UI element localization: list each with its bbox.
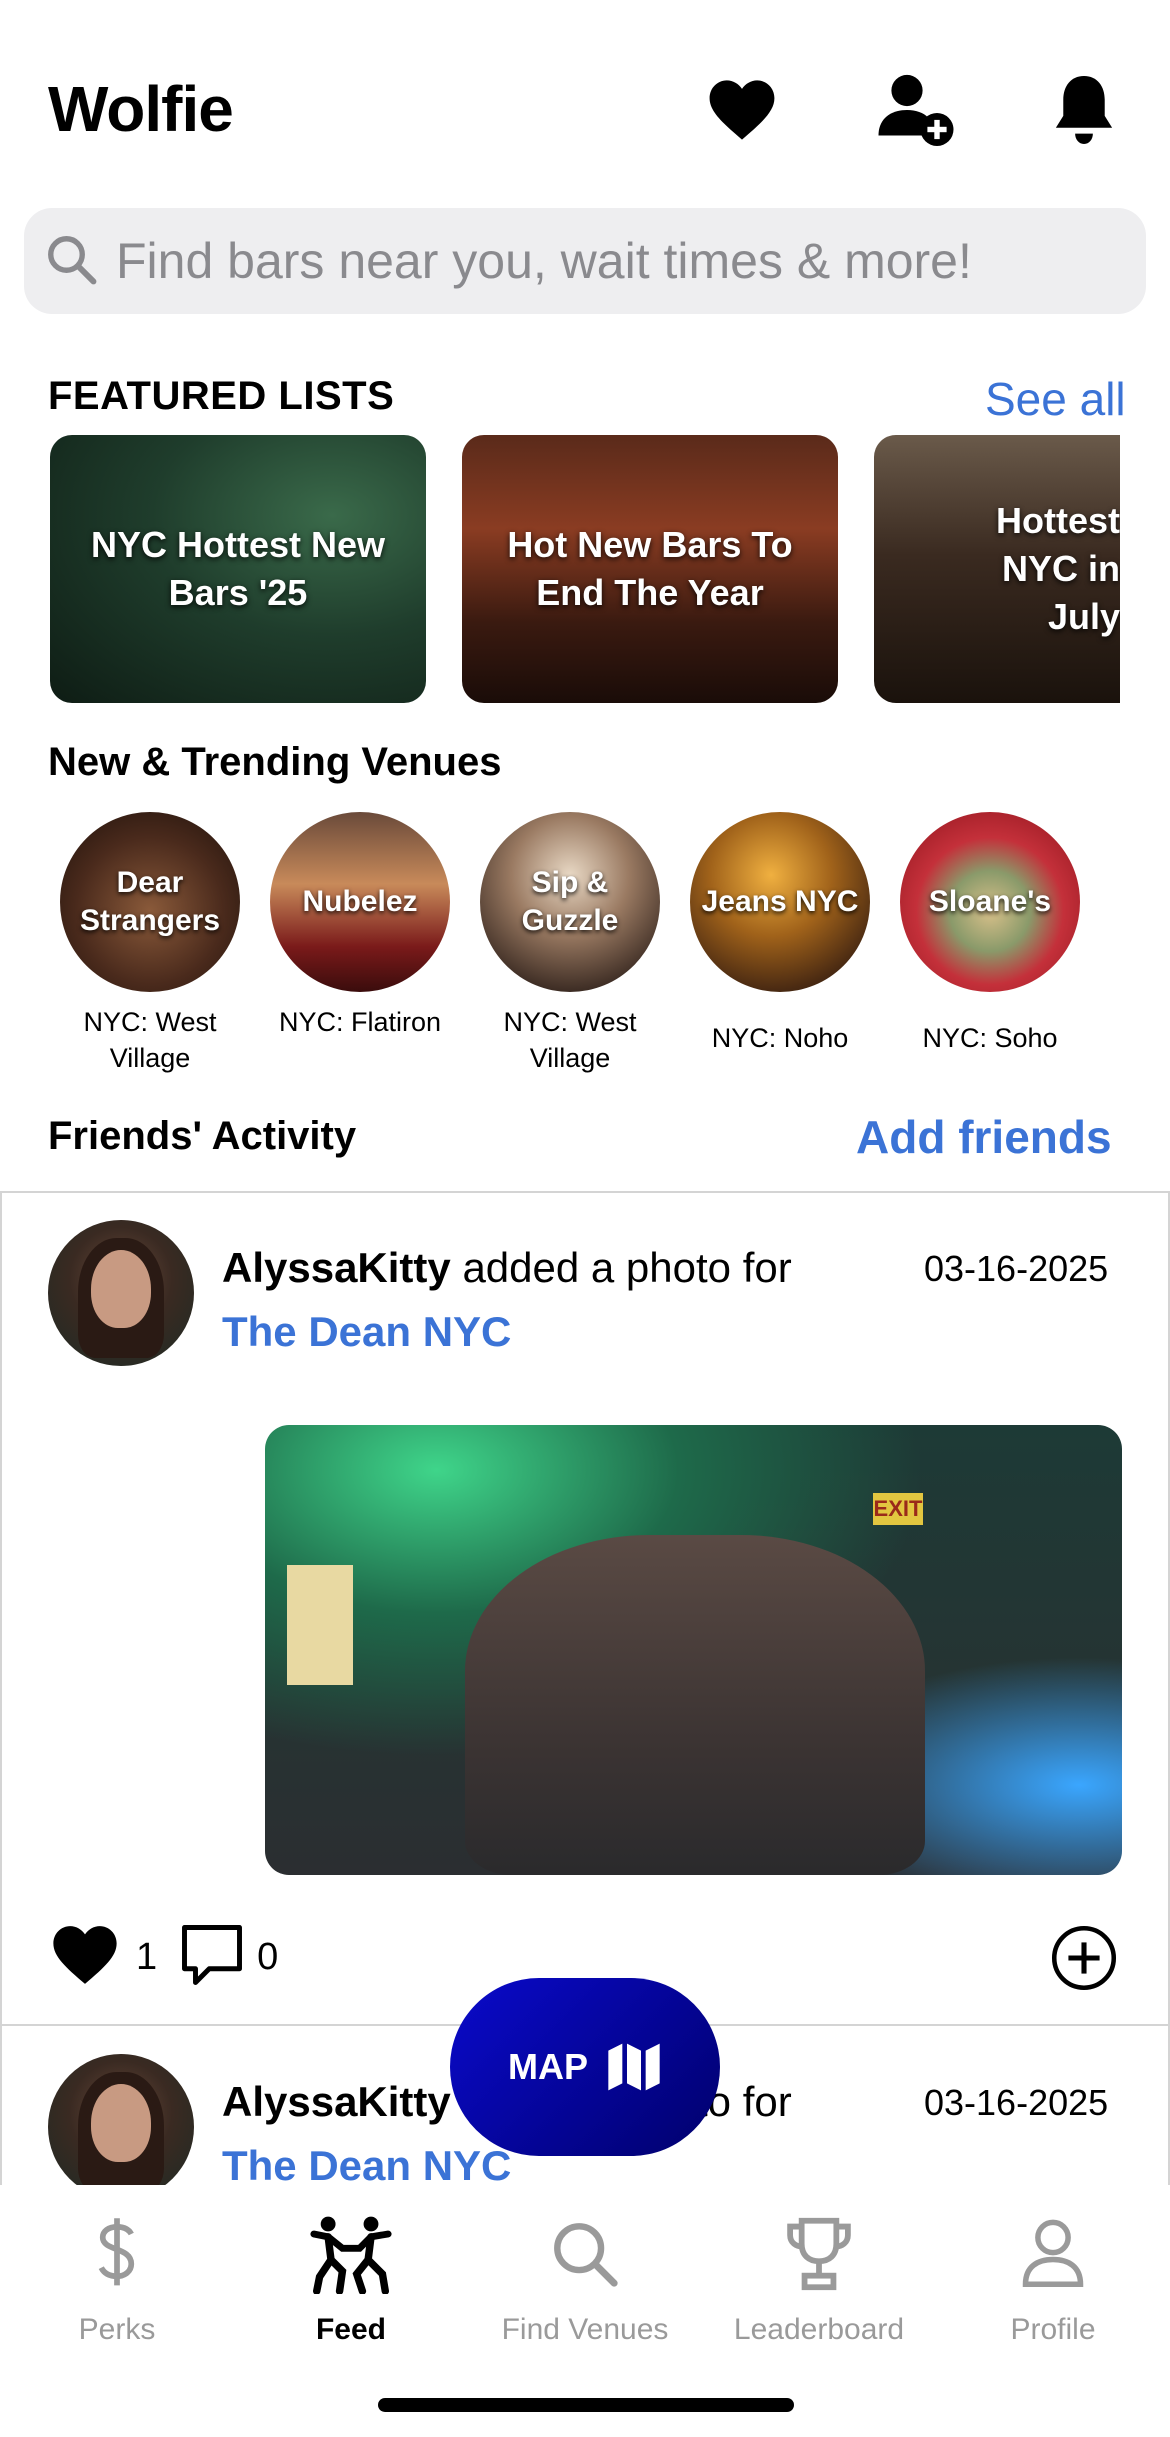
app-title: Wolfie xyxy=(48,73,234,145)
heart-icon[interactable] xyxy=(702,70,782,150)
search-input[interactable] xyxy=(116,232,1096,290)
avatar[interactable] xyxy=(48,1220,194,1366)
tab-find-venues[interactable]: Find Venues xyxy=(468,2209,702,2347)
activity-user[interactable]: AlyssaKitty xyxy=(222,1244,451,1291)
venue-location: NYC: Soho xyxy=(922,1023,1058,1053)
venue-item[interactable]: Dear Strangers NYC: West Village xyxy=(45,812,255,1076)
trending-venues-row: Dear Strangers NYC: West Village Nubelez… xyxy=(0,812,1170,1082)
search-icon xyxy=(468,2209,702,2299)
dancing-icon xyxy=(234,2209,468,2299)
venue-item[interactable]: Sip & Guzzle NYC: West Village xyxy=(465,812,675,1076)
venue-item[interactable]: Jeans NYC NYC: Noho xyxy=(675,812,885,1056)
bell-icon[interactable] xyxy=(1044,70,1124,150)
activity-venue-link[interactable]: The Dean NYC xyxy=(222,2142,511,2190)
featured-card-label: Hottest NYC in July xyxy=(996,500,1120,637)
activity-photo[interactable]: EXIT xyxy=(265,1425,1122,1875)
comment-icon[interactable] xyxy=(179,1922,245,1993)
venue-name: Sip & Guzzle xyxy=(521,866,619,937)
activity-date: 03-16-2025 xyxy=(924,2082,1109,2123)
venue-location: NYC: Noho xyxy=(711,1023,849,1053)
search-icon xyxy=(44,232,98,291)
venue-location: NYC: West Village xyxy=(503,1007,637,1073)
tab-perks[interactable]: Perks xyxy=(0,2209,234,2347)
venue-image: Jeans NYC xyxy=(690,812,870,992)
see-all-link[interactable]: See all xyxy=(985,372,1126,426)
trending-title: New & Trending Venues xyxy=(48,740,502,784)
tab-feed[interactable]: Feed xyxy=(234,2209,468,2347)
featured-card-1[interactable]: NYC Hottest New Bars '25 xyxy=(50,435,426,703)
venue-location: NYC: West Village xyxy=(83,1007,217,1073)
tab-profile[interactable]: Profile xyxy=(936,2209,1170,2347)
person-icon xyxy=(936,2209,1170,2299)
add-friend-icon[interactable] xyxy=(876,70,956,150)
tab-label: Profile xyxy=(1010,2313,1096,2346)
map-button-label: MAP xyxy=(508,2046,588,2087)
featured-card-label: NYC Hottest New Bars '25 xyxy=(90,524,386,613)
activity-user[interactable]: AlyssaKitty xyxy=(222,2078,451,2125)
tab-label: Leaderboard xyxy=(733,2313,905,2346)
map-button[interactable]: MAP xyxy=(450,1978,720,2156)
activity-action: added a photo for xyxy=(462,1244,792,1291)
add-friends-link[interactable]: Add friends xyxy=(856,1110,1112,1164)
tab-label: Find Venues xyxy=(501,2313,669,2346)
like-count: 1 xyxy=(136,1935,158,1978)
friends-activity-title: Friends' Activity xyxy=(48,1114,357,1158)
venue-name: Sloane's xyxy=(928,885,1052,918)
venue-name: Nubelez xyxy=(302,885,418,918)
map-icon xyxy=(606,2041,662,2093)
tab-label: Feed xyxy=(315,2313,387,2346)
app-header: Wolfie xyxy=(0,0,1170,200)
activity-date: 03-16-2025 xyxy=(924,1248,1109,1289)
venue-item[interactable]: Sloane's NYC: Soho xyxy=(885,812,1095,1056)
venue-location: NYC: Flatiron xyxy=(278,1007,442,1037)
featured-lists-title: FEATURED LISTS xyxy=(48,374,395,418)
activity-actions: 1 0 xyxy=(52,1920,300,1994)
venue-image: Nubelez xyxy=(270,812,450,992)
featured-card-2[interactable]: Hot New Bars To End The Year xyxy=(462,435,838,703)
tab-label: Perks xyxy=(78,2313,156,2346)
home-indicator xyxy=(378,2398,794,2412)
add-circle-icon[interactable] xyxy=(1050,1924,1118,1997)
activity-venue-link[interactable]: The Dean NYC xyxy=(222,1308,511,1356)
venue-name: Dear Strangers xyxy=(79,866,221,937)
venue-name: Jeans NYC xyxy=(701,885,859,918)
featured-card-label: Hot New Bars To End The Year xyxy=(507,524,793,613)
search-bar[interactable] xyxy=(24,208,1146,314)
featured-card-3[interactable]: Hottest NYC in July xyxy=(874,435,1120,703)
like-heart-icon[interactable] xyxy=(52,1924,118,1991)
venue-image: Dear Strangers xyxy=(60,812,240,992)
venue-item[interactable]: Nubelez NYC: Flatiron xyxy=(255,812,465,1040)
venue-image: Sloane's xyxy=(900,812,1080,992)
activity-text: AlyssaKitty added a photo for xyxy=(222,1240,792,1296)
comment-count: 0 xyxy=(257,1935,279,1978)
trophy-icon xyxy=(702,2209,936,2299)
tab-leaderboard[interactable]: Leaderboard xyxy=(702,2209,936,2347)
featured-lists-carousel: NYC Hottest New Bars '25 Hot New Bars To… xyxy=(50,435,1120,705)
venue-image: Sip & Guzzle xyxy=(480,812,660,992)
avatar[interactable] xyxy=(48,2054,194,2200)
dollar-icon xyxy=(0,2209,234,2299)
